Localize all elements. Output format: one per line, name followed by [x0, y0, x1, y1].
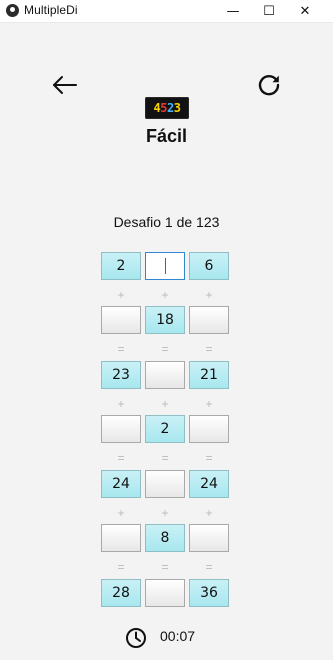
equals-operator: = [117, 560, 125, 574]
number-cell: 21 [189, 361, 229, 389]
number-cell: 8 [145, 524, 185, 552]
plus-operator: + [161, 288, 169, 302]
plus-operator: + [117, 397, 125, 411]
text-caret [164, 258, 166, 274]
number-cell: 36 [189, 579, 229, 607]
number-cell: 2 [101, 252, 141, 280]
clock-icon [126, 628, 146, 648]
number-cell: 23 [101, 361, 141, 389]
answer-input[interactable] [101, 524, 141, 552]
answer-input[interactable] [145, 579, 185, 607]
number-cell: 18 [145, 306, 185, 334]
answer-input[interactable] [101, 306, 141, 334]
plus-operator: + [161, 506, 169, 520]
equals-operator: = [117, 342, 125, 356]
equals-operator: = [205, 560, 213, 574]
puzzle-grid: 2 6 + + +18 = = = 23 21 + + +2 = = = 24 24 + + +8 = = = 28 36 [0, 0, 333, 660]
number-cell: 6 [189, 252, 229, 280]
equals-operator: = [161, 560, 169, 574]
answer-input[interactable] [145, 361, 185, 389]
equals-operator: = [161, 342, 169, 356]
timer-value: 00:07 [160, 628, 196, 644]
answer-input[interactable] [101, 415, 141, 443]
number-cell: 24 [101, 470, 141, 498]
plus-operator: + [205, 397, 213, 411]
plus-operator: + [205, 506, 213, 520]
equals-operator: = [161, 451, 169, 465]
answer-input-active[interactable] [145, 252, 185, 280]
answer-input[interactable] [189, 415, 229, 443]
plus-operator: + [117, 506, 125, 520]
equals-operator: = [205, 342, 213, 356]
answer-input[interactable] [145, 470, 185, 498]
number-cell: 2 [145, 415, 185, 443]
equals-operator: = [205, 451, 213, 465]
answer-input[interactable] [189, 524, 229, 552]
plus-operator: + [161, 397, 169, 411]
number-cell: 24 [189, 470, 229, 498]
plus-operator: + [117, 288, 125, 302]
answer-input[interactable] [189, 306, 229, 334]
number-cell: 28 [101, 579, 141, 607]
plus-operator: + [205, 288, 213, 302]
equals-operator: = [117, 451, 125, 465]
